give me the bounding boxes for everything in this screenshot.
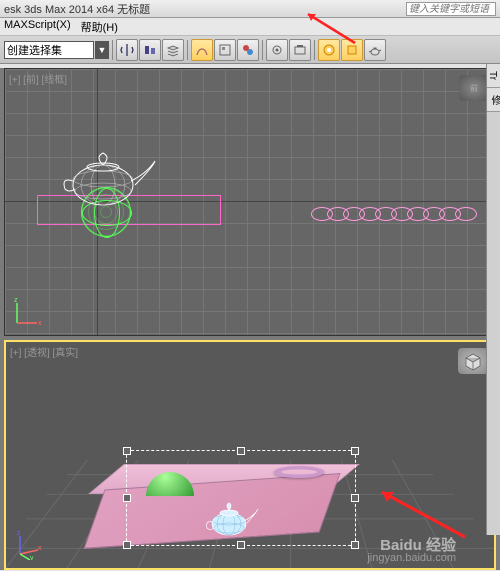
- render-production-button[interactable]: [341, 39, 363, 61]
- watermark: Baidu 经验 jingyan.baidu.com: [367, 539, 456, 565]
- render-setup-button[interactable]: [266, 39, 288, 61]
- curvetool-button[interactable]: [191, 39, 213, 61]
- teapot-wireframe[interactable]: [55, 137, 165, 207]
- svg-text:y: y: [30, 555, 34, 560]
- menu-help[interactable]: 帮助(H): [81, 19, 118, 34]
- viewcube[interactable]: 前: [459, 75, 489, 101]
- selection-set-dropdown[interactable]: 创建选择集: [4, 41, 94, 59]
- watermark-logo: Baidu 经验: [367, 539, 456, 552]
- watermark-url: jingyan.baidu.com: [367, 552, 456, 565]
- align-button[interactable]: [139, 39, 161, 61]
- viewport-area: [+] [前] [线框] 前 z x [+] [透视] [真实]: [0, 68, 500, 570]
- axis-gizmo: z x y: [14, 530, 44, 560]
- app-title: esk 3ds Max 2014 x64 无标题: [4, 4, 150, 16]
- separator: [314, 40, 315, 60]
- panel-tab-2[interactable]: 修: [487, 88, 500, 112]
- axis-gizmo: z x: [13, 297, 43, 327]
- viewport-front[interactable]: [+] [前] [线框] 前 z x: [4, 68, 496, 336]
- render-frame-button[interactable]: [289, 39, 311, 61]
- menu-maxscript[interactable]: MAXScript(X): [4, 19, 71, 34]
- schematic-view-button[interactable]: [214, 39, 236, 61]
- render-button[interactable]: [318, 39, 340, 61]
- separator: [187, 40, 188, 60]
- menu-bar: MAXScript(X) 帮助(H): [0, 18, 500, 36]
- svg-text:z: z: [14, 297, 18, 304]
- svg-text:x: x: [38, 545, 42, 552]
- search-input[interactable]: [406, 2, 496, 16]
- panel-tab-1[interactable]: Tr: [487, 64, 500, 88]
- separator: [112, 40, 113, 60]
- command-panel[interactable]: Tr 修: [486, 64, 500, 535]
- toolbar: 创建选择集 ▼: [0, 36, 500, 64]
- dropdown-arrow-icon[interactable]: ▼: [95, 41, 109, 59]
- mirror-button[interactable]: [116, 39, 138, 61]
- material-editor-button[interactable]: [237, 39, 259, 61]
- teapot-icon-button[interactable]: [364, 39, 386, 61]
- layers-button[interactable]: [162, 39, 184, 61]
- svg-text:z: z: [17, 530, 21, 537]
- separator: [262, 40, 263, 60]
- viewport-label[interactable]: [+] [前] [线框]: [9, 71, 67, 86]
- torus-wireframe[interactable]: [311, 207, 481, 223]
- teapot-object-selected[interactable]: [201, 494, 261, 538]
- torus-object[interactable]: [274, 466, 324, 478]
- svg-text:x: x: [38, 320, 42, 327]
- viewport-perspective[interactable]: [+] [透视] [真实]: [4, 340, 496, 570]
